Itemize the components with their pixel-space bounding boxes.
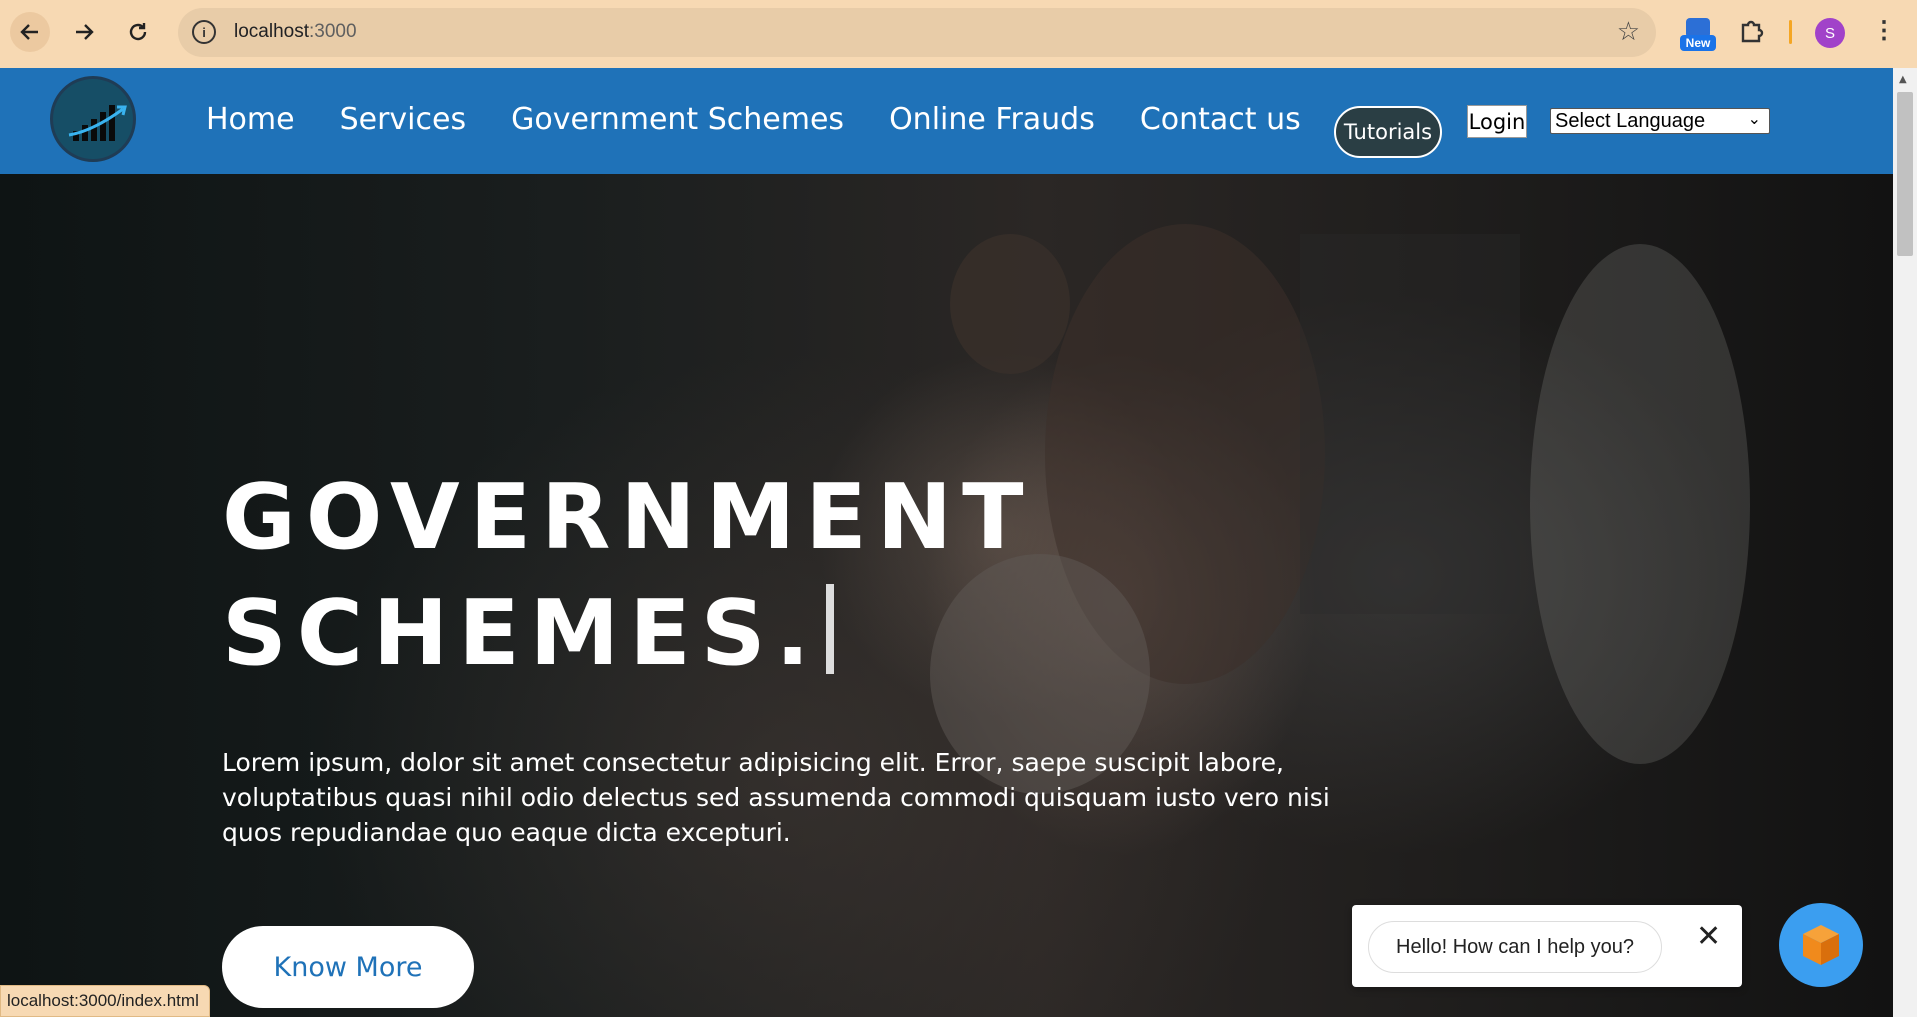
know-more-button[interactable]: Know More (222, 926, 474, 1008)
hero-title-line-2: SCHEMES. (222, 581, 820, 686)
hero-section: GOVERNMENT SCHEMES. Lorem ipsum, dolor s… (0, 174, 1893, 1017)
reload-button[interactable] (118, 12, 158, 52)
chat-launcher-button[interactable] (1779, 903, 1863, 987)
extension-badge: New (1680, 35, 1716, 51)
chat-greeting-text[interactable]: Hello! How can I help you? (1368, 921, 1662, 973)
scroll-up-icon[interactable]: ▲ (1899, 74, 1907, 85)
main-nav: Home Services Government Schemes Online … (206, 102, 1301, 137)
site-logo[interactable] (50, 76, 136, 162)
status-bar-url: localhost:3000/index.html (0, 985, 210, 1017)
back-arrow-icon (20, 24, 38, 40)
nav-contact-us[interactable]: Contact us (1140, 102, 1301, 137)
close-icon[interactable]: ✕ (1696, 919, 1721, 954)
tutorials-button[interactable]: Tutorials (1334, 106, 1442, 158)
hero-description: Lorem ipsum, dolor sit amet consectetur … (222, 748, 1330, 847)
puzzle-icon[interactable] (1738, 16, 1770, 48)
page-scrollbar[interactable]: ▲ (1893, 68, 1917, 1017)
nav-home[interactable]: Home (206, 102, 295, 137)
bookmark-star-icon[interactable]: ☆ (1617, 17, 1640, 47)
site-info-icon[interactable]: i (192, 20, 216, 44)
back-button[interactable] (10, 12, 50, 52)
kebab-menu-icon[interactable]: ⋮ (1872, 16, 1896, 45)
nav-online-frauds[interactable]: Online Frauds (889, 102, 1095, 137)
hero-title-line-1: GOVERNMENT (222, 465, 1034, 570)
language-select-value: Select Language (1555, 109, 1706, 132)
nav-services[interactable]: Services (340, 102, 467, 137)
hero-title: GOVERNMENT SCHEMES. (222, 460, 1033, 692)
cube-icon (1803, 925, 1839, 965)
toolbar-divider (1789, 20, 1792, 44)
extension-new-icon[interactable]: New (1680, 16, 1716, 52)
url-text[interactable]: localhost:3000 (234, 21, 357, 43)
forward-arrow-icon (76, 24, 94, 40)
forward-button[interactable] (64, 12, 104, 52)
language-select[interactable]: Select Language ⌄ (1550, 108, 1770, 134)
nav-government-schemes[interactable]: Government Schemes (511, 102, 844, 137)
chat-greeting-bubble: Hello! How can I help you? ✕ (1352, 905, 1742, 987)
reload-icon (129, 23, 147, 41)
scrollbar-thumb[interactable] (1897, 92, 1913, 256)
chevron-down-icon: ⌄ (1747, 111, 1761, 128)
profile-avatar[interactable]: S (1815, 18, 1845, 48)
login-button[interactable]: Login (1467, 105, 1527, 138)
site-header: Home Services Government Schemes Online … (0, 68, 1893, 174)
address-bar[interactable]: i localhost:3000 ☆ (178, 8, 1656, 57)
browser-toolbar: i localhost:3000 ☆ New S ⋮ (0, 0, 1917, 68)
growth-chart-icon (68, 105, 127, 141)
typing-caret (825, 584, 834, 674)
